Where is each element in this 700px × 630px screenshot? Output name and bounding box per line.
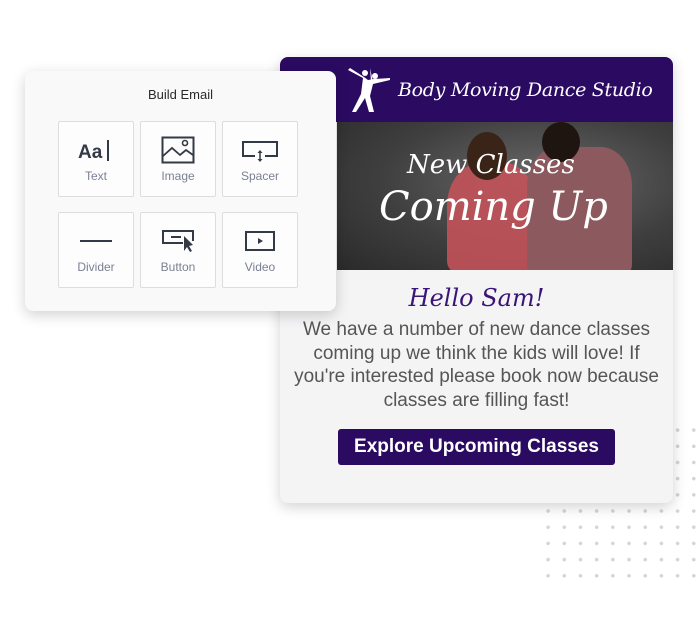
image-icon bbox=[161, 136, 195, 164]
video-icon bbox=[245, 231, 275, 251]
button-block-tile[interactable]: Button bbox=[140, 212, 216, 288]
panel-title: Build Email bbox=[147, 87, 214, 102]
greeting: Hello Sam! bbox=[408, 284, 545, 312]
text-block-tile[interactable]: Aa Text bbox=[58, 121, 134, 197]
tile-label: Spacer bbox=[240, 169, 280, 183]
build-email-panel: Build Email Aa Text Image Spacer Divider… bbox=[25, 71, 336, 311]
spacer-block-tile[interactable]: Spacer bbox=[222, 121, 298, 197]
video-block-tile[interactable]: Video bbox=[222, 212, 298, 288]
hero-image: New Classes Coming Up bbox=[337, 122, 673, 270]
hero-title-line1: New Classes bbox=[407, 150, 575, 180]
tile-label: Text bbox=[84, 169, 107, 183]
hero-title-line2: Coming Up bbox=[379, 184, 608, 230]
studio-name: Body Moving Dance Studio bbox=[398, 78, 653, 101]
tile-label: Video bbox=[244, 260, 276, 274]
email-message: We have a number of new dance classes co… bbox=[294, 319, 659, 411]
email-body: Hello Sam! We have a number of new dance… bbox=[280, 270, 673, 465]
email-preview: Body Moving Dance Studio New Classes Com… bbox=[280, 57, 673, 503]
email-header: Body Moving Dance Studio bbox=[280, 57, 673, 122]
svg-text:Aa: Aa bbox=[78, 142, 103, 163]
explore-classes-button[interactable]: Explore Upcoming Classes bbox=[338, 429, 615, 465]
tile-label: Divider bbox=[77, 260, 115, 274]
image-block-tile[interactable]: Image bbox=[140, 121, 216, 197]
block-grid: Aa Text Image Spacer Divider Button Vide… bbox=[58, 121, 298, 288]
spacer-icon bbox=[242, 141, 278, 162]
tile-label: Button bbox=[160, 260, 196, 274]
button-icon bbox=[162, 230, 194, 252]
divider-icon bbox=[80, 240, 112, 242]
dancers-logo-icon bbox=[348, 67, 390, 112]
text-icon: Aa bbox=[78, 140, 109, 163]
divider-block-tile[interactable]: Divider bbox=[58, 212, 134, 288]
tile-label: Image bbox=[161, 169, 195, 183]
